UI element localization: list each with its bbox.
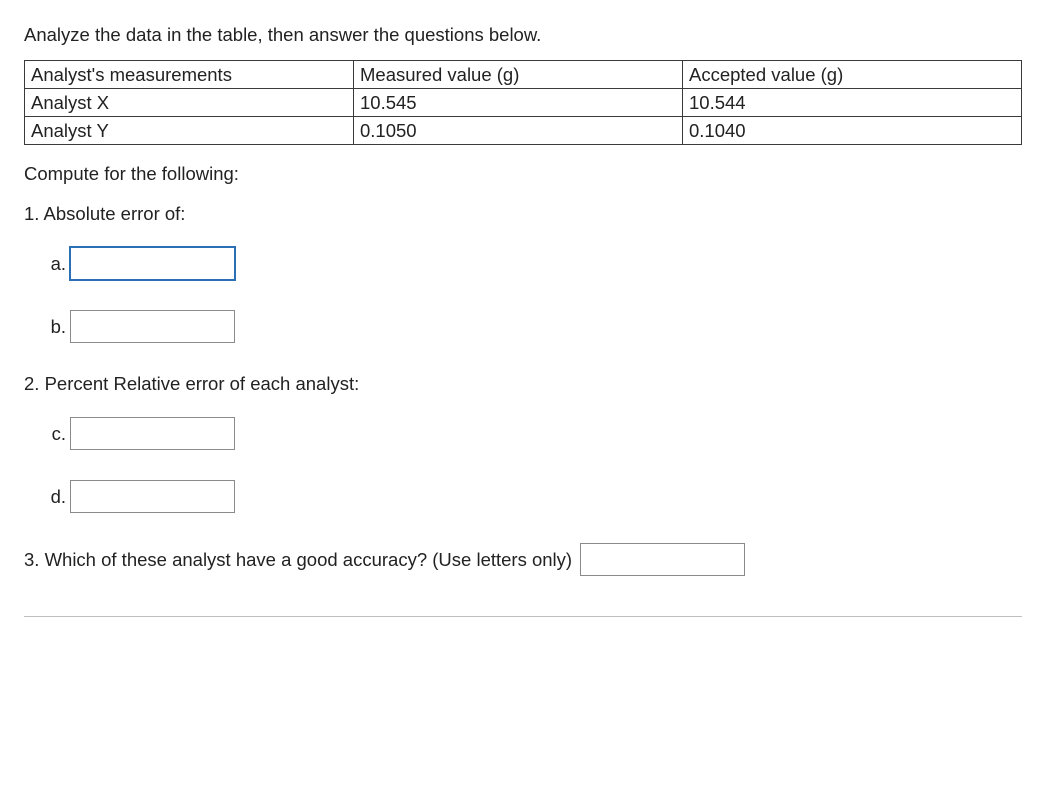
q2-heading: 2. Percent Relative error of each analys… xyxy=(24,373,1022,395)
input-b[interactable] xyxy=(70,310,235,343)
input-q3[interactable] xyxy=(580,543,745,576)
label-b: b. xyxy=(44,316,70,338)
q3-text: 3. Which of these analyst have a good ac… xyxy=(24,549,572,571)
answer-row-d: d. xyxy=(44,480,1022,513)
table-row: Analyst X 10.545 10.544 xyxy=(25,89,1022,117)
table-cell: Analyst Y xyxy=(25,117,354,145)
intro-text: Analyze the data in the table, then answ… xyxy=(24,24,1022,46)
answer-row-a: a. xyxy=(44,247,1022,280)
table-header-col3: Accepted value (g) xyxy=(683,61,1022,89)
label-d: d. xyxy=(44,486,70,508)
divider xyxy=(24,616,1022,617)
answer-row-c: c. xyxy=(44,417,1022,450)
answer-row-b: b. xyxy=(44,310,1022,343)
q1-heading: 1. Absolute error of: xyxy=(24,203,1022,225)
input-c[interactable] xyxy=(70,417,235,450)
input-d[interactable] xyxy=(70,480,235,513)
label-a: a. xyxy=(44,253,70,275)
label-c: c. xyxy=(44,423,70,445)
table-row: Analyst Y 0.1050 0.1040 xyxy=(25,117,1022,145)
table-cell: Analyst X xyxy=(25,89,354,117)
q3-row: 3. Which of these analyst have a good ac… xyxy=(24,543,1022,576)
table-cell: 0.1040 xyxy=(683,117,1022,145)
table-header-col2: Measured value (g) xyxy=(354,61,683,89)
compute-prompt: Compute for the following: xyxy=(24,163,1022,185)
input-a[interactable] xyxy=(70,247,235,280)
table-cell: 0.1050 xyxy=(354,117,683,145)
table-cell: 10.545 xyxy=(354,89,683,117)
table-header-row: Analyst's measurements Measured value (g… xyxy=(25,61,1022,89)
table-cell: 10.544 xyxy=(683,89,1022,117)
data-table: Analyst's measurements Measured value (g… xyxy=(24,60,1022,145)
table-header-col1: Analyst's measurements xyxy=(25,61,354,89)
